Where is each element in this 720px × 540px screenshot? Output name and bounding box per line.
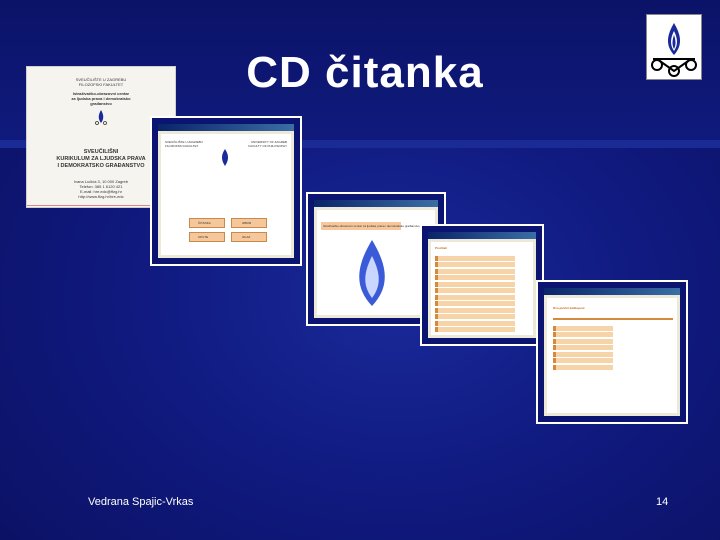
page-number: 14: [656, 496, 669, 508]
menu-button[interactable]: UPUTE: [189, 232, 225, 242]
right-org-line: FACULTY OF PHILOSOPHY: [248, 144, 287, 148]
screenshot-list: Pročitati: [420, 224, 544, 346]
list-item[interactable]: [553, 338, 613, 344]
list-item[interactable]: [553, 345, 613, 350]
window-titlebar: [314, 200, 438, 207]
doc-title-line: SVEUČILIŠNI: [83, 149, 119, 155]
list-item[interactable]: [553, 325, 613, 331]
menu-button[interactable]: IZBOR: [231, 218, 267, 228]
doc-title-line: KURIKULUM ZA LJUDSKA PRAVA: [56, 156, 146, 162]
list-item[interactable]: [553, 364, 613, 370]
list-item[interactable]: [435, 275, 515, 280]
app-window: SVEUČILIŠTE U ZAGREBU FILOZOFSKI FAKULTE…: [158, 124, 294, 258]
flame-icon: [93, 109, 109, 130]
divider: [553, 318, 673, 320]
list-item[interactable]: [435, 301, 515, 306]
window-body: Dvo-jezični kalibopeni: [547, 298, 677, 413]
flame-icon: [217, 148, 233, 173]
list-item[interactable]: [435, 320, 515, 326]
app-window: Dvo-jezični kalibopeni: [544, 288, 680, 416]
window-body: SVEUČILIŠTE U ZAGREBU FILOZOFSKI FAKULTE…: [161, 134, 291, 255]
list-item[interactable]: [435, 307, 515, 313]
list-item[interactable]: [435, 294, 515, 300]
menu-button[interactable]: ČITANKA: [189, 218, 225, 228]
window-body: Pročitati: [431, 242, 533, 335]
left-org-line: FILOZOFSKI FAKULTET: [165, 144, 199, 148]
window-body: Istraživačko-obrazovni centar za ljudska…: [317, 210, 435, 315]
list-item[interactable]: [435, 288, 515, 293]
doc-title-line: I DEMOKRATSKO GRAĐANSTVO: [57, 163, 145, 169]
list-item[interactable]: [553, 351, 613, 357]
banner: Istraživačko-obrazovni centar za ljudska…: [321, 222, 420, 230]
app-window: Pročitati: [428, 232, 536, 338]
window-titlebar: [544, 288, 680, 295]
item-list: [553, 324, 613, 371]
list-item[interactable]: [553, 332, 613, 337]
reading-list: [435, 254, 515, 334]
window-titlebar: [158, 124, 294, 131]
doc-center-line: građanstvo: [90, 101, 112, 106]
section-heading: Dvo-jezični kalibopeni: [553, 306, 585, 310]
menu-button[interactable]: IZLAZ: [231, 232, 267, 242]
list-item[interactable]: [435, 255, 515, 261]
window-titlebar: [428, 232, 536, 239]
doc-header-line: FILOZOFSKI FAKULTET: [78, 82, 124, 87]
list-item[interactable]: [435, 314, 515, 319]
list-item[interactable]: [553, 358, 613, 363]
flame-icon: [347, 238, 397, 313]
list-item[interactable]: [435, 262, 515, 267]
list-item[interactable]: [435, 281, 515, 287]
screenshot-bilingual: Dvo-jezični kalibopeni: [536, 280, 688, 424]
screenshot-main-menu: SVEUČILIŠTE U ZAGREBU FILOZOFSKI FAKULTE…: [150, 116, 302, 266]
footer-author: Vedrana Spajic-Vrkas: [88, 496, 194, 508]
list-heading: Pročitati: [435, 246, 448, 250]
list-item[interactable]: [435, 268, 515, 274]
logo-icon: [646, 14, 702, 80]
list-item[interactable]: [435, 327, 515, 332]
